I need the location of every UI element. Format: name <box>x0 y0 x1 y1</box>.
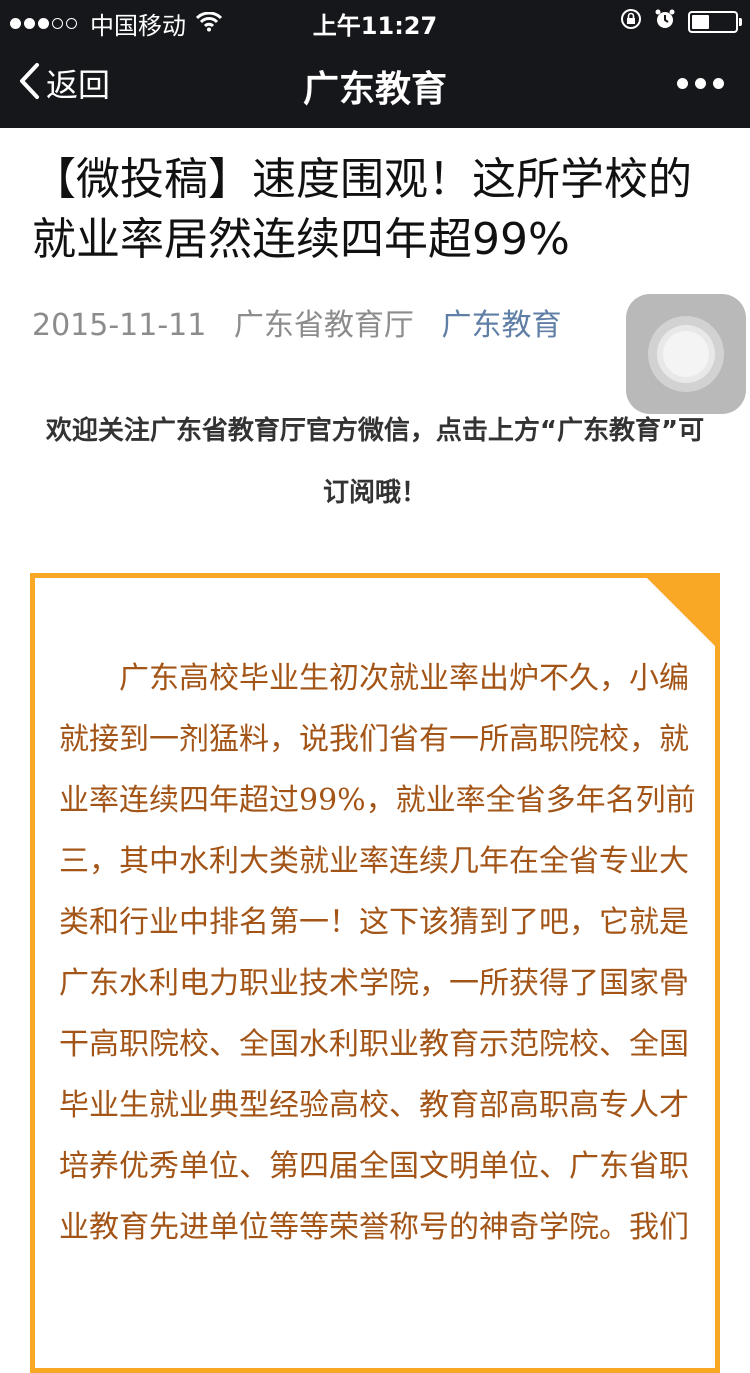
rotation-lock-icon <box>620 8 642 36</box>
status-right <box>608 8 742 36</box>
corner-decoration <box>647 578 715 646</box>
nav-bar: 返回 广东教育 <box>0 40 750 128</box>
assistive-core-icon <box>663 331 709 377</box>
more-dot-icon <box>695 78 706 89</box>
status-bar: 中国移动 上午11:27 <box>0 0 750 40</box>
battery-level <box>692 15 709 29</box>
author-name: 广东省教育厅 <box>233 308 414 343</box>
more-dot-icon <box>713 78 724 89</box>
more-options-button[interactable] <box>670 78 724 89</box>
article-body: 广东高校毕业生初次就业率出炉不久，小编就接到一剂猛料，说我们省有一所高职院校，就… <box>59 661 696 1245</box>
more-dot-icon <box>677 78 688 89</box>
page-title: 广东教育 <box>302 69 447 110</box>
article-meta: 2015-11-11 广东省教育厅 广东教育 <box>32 300 579 344</box>
content-box: 广东高校毕业生初次就业率出炉不久，小编就接到一剂猛料，说我们省有一所高职院校，就… <box>30 573 720 1373</box>
publish-date: 2015-11-11 <box>32 308 207 343</box>
welcome-message: 欢迎关注广东省教育厅官方微信，点击上方“广东教育”可订阅哦！ <box>45 416 705 508</box>
battery-icon <box>688 11 742 33</box>
account-link[interactable]: 广东教育 <box>441 308 561 343</box>
alarm-icon <box>654 8 676 36</box>
article-title: 【微投稿】速度围观！这所学校的就业率居然连续四年超99% <box>32 154 692 265</box>
assistive-touch-button[interactable] <box>626 294 746 414</box>
